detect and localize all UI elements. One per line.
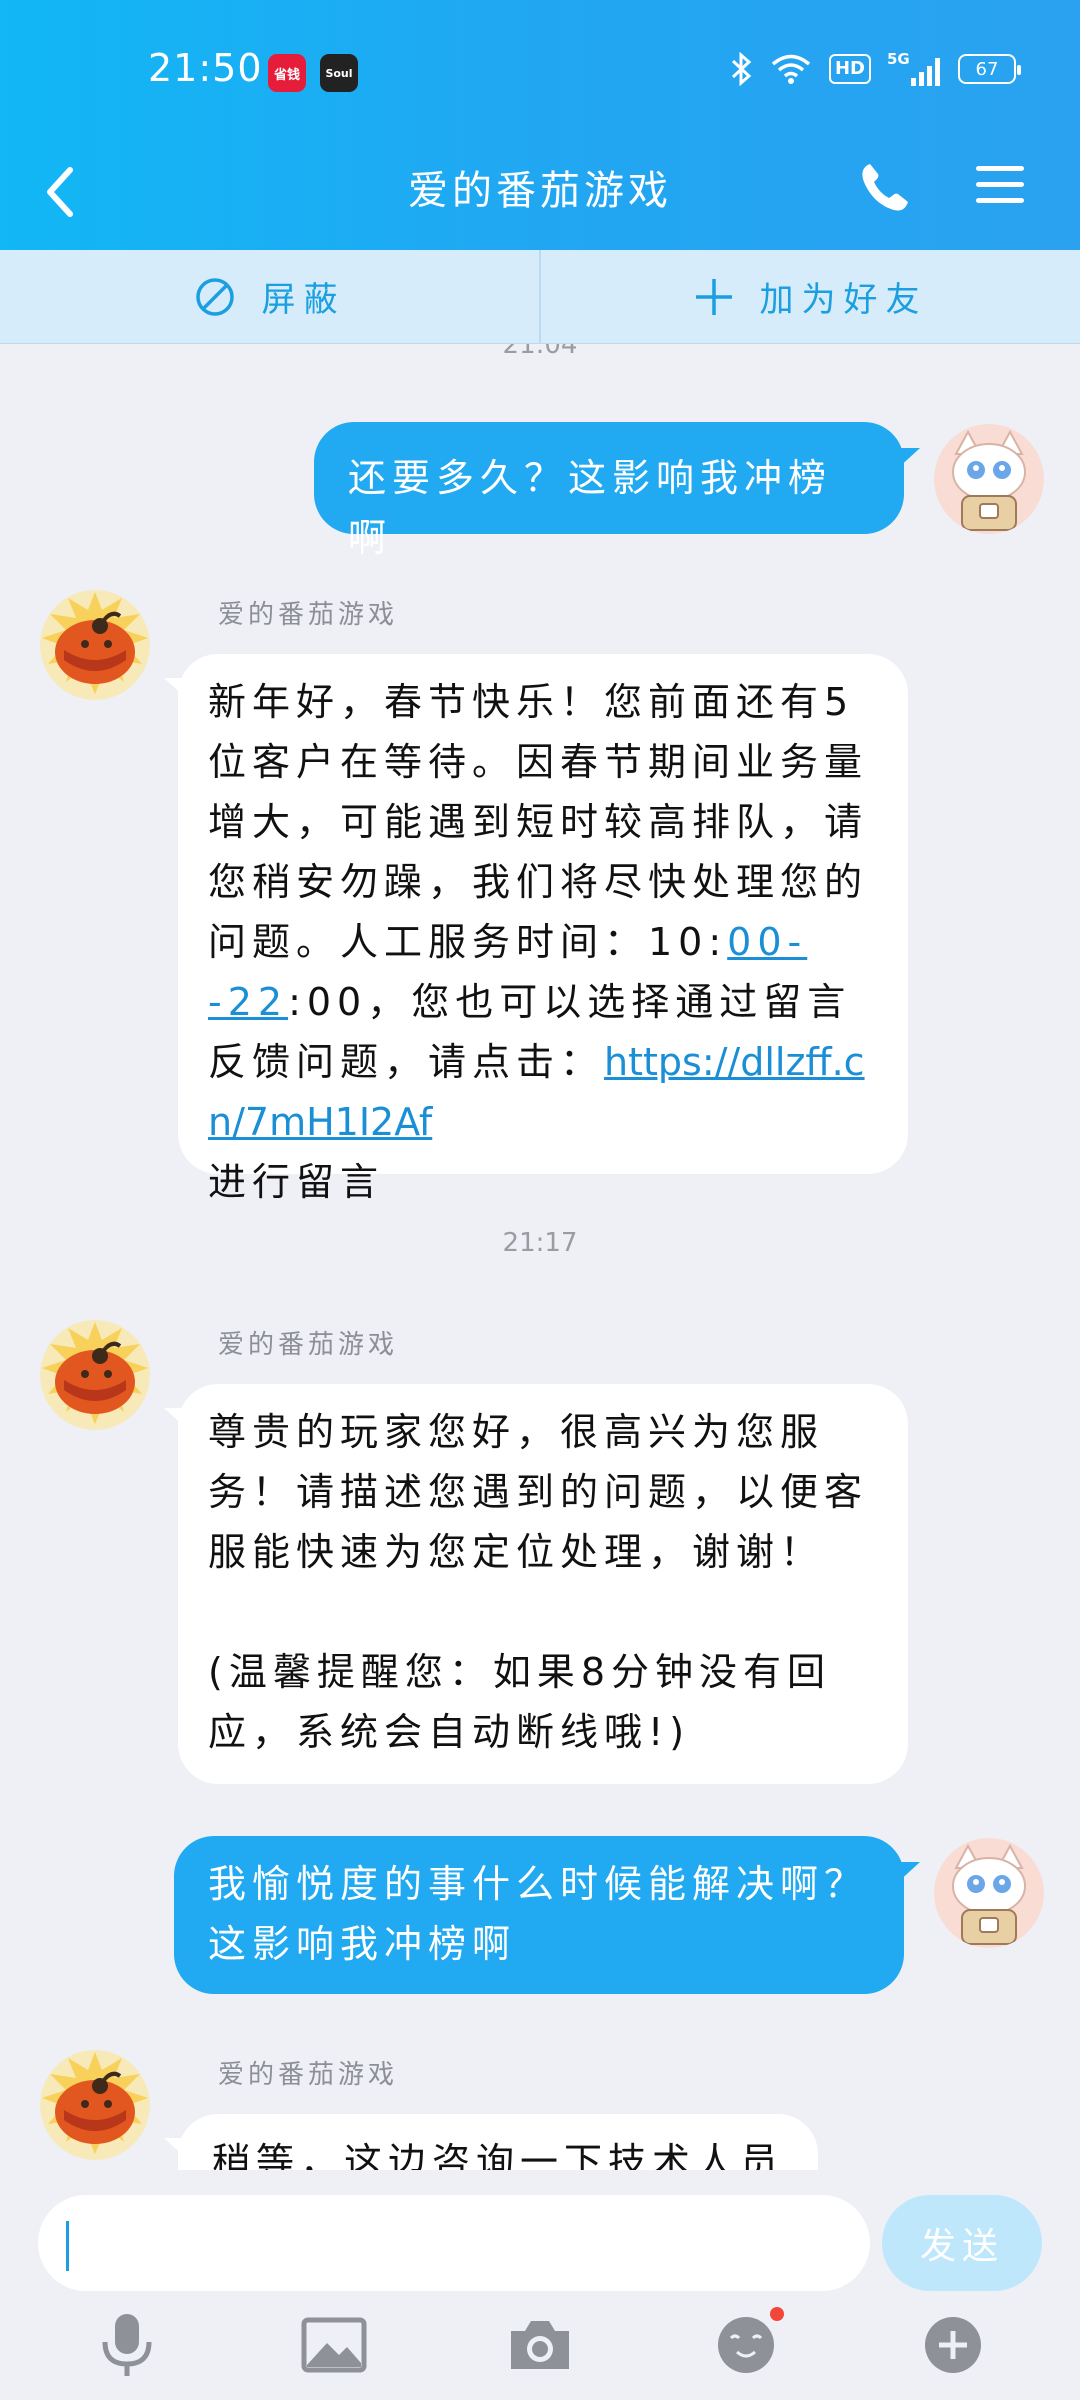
phone-call-icon[interactable] — [856, 160, 912, 216]
avatar-sender[interactable] — [40, 1320, 150, 1430]
status-time: 21:50 — [148, 46, 263, 90]
bubble-tail — [164, 1408, 188, 1430]
plus-icon[interactable] — [913, 2305, 993, 2385]
block-icon — [195, 277, 234, 316]
header-bar: 21:50 省钱 Soul HD 5G 67 爱的番茄游戏 — [0, 0, 1080, 250]
cat-avatar-icon — [934, 1838, 1044, 1948]
emoji-icon[interactable] — [706, 2305, 786, 2385]
block-label: 屏蔽 — [261, 280, 346, 320]
sender-name: 爱的番茄游戏 — [218, 600, 399, 630]
input-bar: 发送 — [0, 2170, 1080, 2291]
message-text: 我愉悦度的事什么时候能解决啊？这影响我冲榜啊 — [208, 1862, 869, 1966]
app-notification-badge: Soul — [320, 54, 358, 92]
message-bubble-outgoing[interactable]: 我愉悦度的事什么时候能解决啊？这影响我冲榜啊 — [174, 1836, 920, 1994]
bubble-tail — [896, 448, 920, 470]
sender-name: 爱的番茄游戏 — [218, 2060, 399, 2090]
message-text: 进行留言 — [208, 1160, 385, 1204]
message-bubble-incoming[interactable]: 新年好，春节快乐！您前面还有5位客户在等待。因春节期间业务量增大，可能遇到短时较… — [164, 654, 908, 1204]
signal-icon: 5G — [887, 50, 940, 86]
plus-icon — [695, 278, 732, 315]
add-friend-label: 加为好友 — [759, 280, 928, 320]
block-button[interactable]: 屏蔽 — [0, 250, 539, 343]
battery-icon: 67 — [958, 54, 1021, 84]
avatar-self[interactable] — [934, 1838, 1044, 1948]
network-type-label: 5G — [887, 50, 910, 68]
text-caret — [66, 2221, 69, 2271]
cat-avatar-icon — [934, 424, 1044, 534]
camera-icon[interactable] — [500, 2305, 580, 2385]
send-button[interactable]: 发送 — [882, 2195, 1042, 2291]
message-text: 稍等，这边咨询一下技术人员噢 — [212, 2140, 785, 2170]
timestamp: 21:17 — [502, 1228, 578, 1258]
message-text: 还要多久？这影响我冲榜啊 — [348, 456, 833, 560]
stranger-toolbar: 屏蔽 加为好友 — [0, 250, 1080, 344]
status-bar: 21:50 省钱 Soul HD 5G 67 — [0, 0, 1080, 140]
add-friend-button[interactable]: 加为好友 — [541, 250, 1080, 343]
wifi-icon — [771, 54, 811, 84]
sender-name: 爱的番茄游戏 — [218, 1330, 399, 1360]
bluetooth-icon — [731, 52, 752, 86]
chat-message-list[interactable]: 21:04 还要多久？这影响我冲榜啊 爱的番茄游戏 新年好，春节快乐！您前面还有… — [0, 344, 1080, 2170]
hd-voice-icon: HD — [828, 54, 871, 84]
bubble-tail — [164, 2138, 188, 2160]
message-bubble-incoming[interactable]: 尊贵的玩家您好，很高兴为您服务！请描述您遇到的问题，以便客服能快速为您定位处理，… — [164, 1384, 908, 1784]
tomato-avatar-icon — [40, 2050, 150, 2160]
message-input[interactable] — [38, 2195, 870, 2291]
avatar-self[interactable] — [934, 424, 1044, 534]
chat-title: 爱的番茄游戏 — [408, 168, 672, 214]
tomato-avatar-icon — [40, 590, 150, 700]
microphone-icon[interactable] — [87, 2305, 167, 2385]
timestamp: 21:04 — [502, 344, 578, 360]
notification-dot — [770, 2307, 785, 2321]
tomato-avatar-icon — [40, 1320, 150, 1430]
message-text: 尊贵的玩家您好，很高兴为您服务！请描述您遇到的问题，以便客服能快速为您定位处理，… — [208, 1410, 869, 1574]
menu-icon[interactable] — [974, 162, 1026, 208]
message-bubble-outgoing[interactable]: 还要多久？这影响我冲榜啊 — [314, 422, 920, 560]
avatar-sender[interactable] — [40, 2050, 150, 2160]
action-bar — [0, 2290, 1080, 2400]
bubble-tail — [896, 1862, 920, 1884]
message-bubble-incoming[interactable]: 稍等，这边咨询一下技术人员噢 — [164, 2114, 818, 2170]
message-text: (温馨提醒您：如果8分钟没有回应，系统会自动断线哦!) — [208, 1650, 832, 1754]
nav-bar: 爱的番茄游戏 — [0, 140, 1080, 250]
avatar-sender[interactable] — [40, 590, 150, 700]
image-icon[interactable] — [294, 2305, 374, 2385]
bubble-tail — [164, 678, 188, 700]
app-notification-badge: 省钱 — [268, 54, 306, 92]
